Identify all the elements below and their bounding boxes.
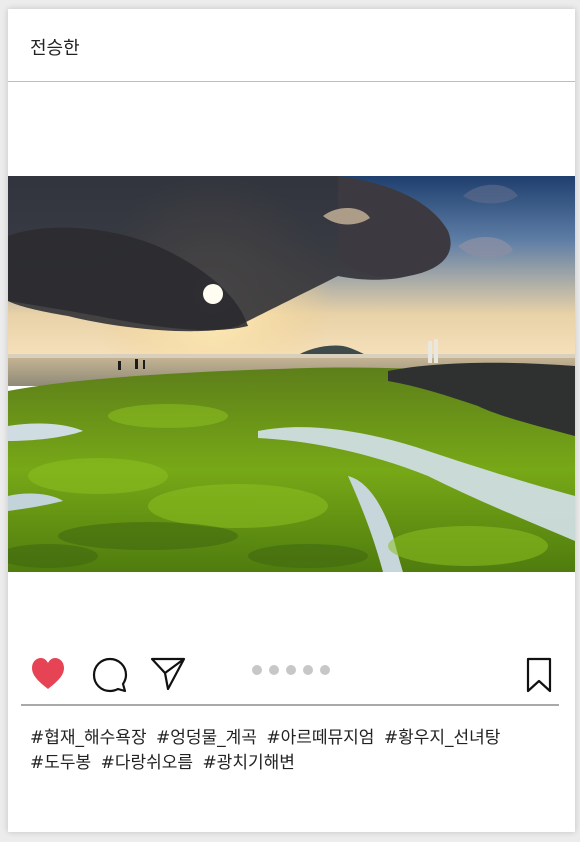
- hashtag[interactable]: #협재_해수욕장: [30, 728, 147, 748]
- hashtag-list: #협재_해수욕장 #엉덩물_계곡 #아르떼뮤지엄 #황우지_선녀탕 #도두봉 #…: [30, 726, 550, 776]
- carousel-dot[interactable]: [269, 665, 279, 675]
- carousel-dot[interactable]: [320, 665, 330, 675]
- post-photo[interactable]: [8, 176, 575, 572]
- paper-plane-icon[interactable]: [150, 655, 186, 691]
- hashtag[interactable]: #황우지_선녀탕: [384, 728, 501, 748]
- post-card: 전승한 #협재_해수욕장 #엉덩물_계곡 #아르떼뮤지엄 #황우지_선녀탕 #도…: [8, 9, 575, 832]
- heart-icon[interactable]: [30, 657, 66, 691]
- divider: [21, 704, 559, 706]
- hashtag[interactable]: #다랑쉬오름: [101, 753, 193, 773]
- carousel-dot[interactable]: [252, 665, 262, 675]
- carousel-dots: [252, 665, 337, 677]
- hashtag[interactable]: #도두봉: [30, 753, 91, 773]
- carousel-dot[interactable]: [303, 665, 313, 675]
- action-bar: [8, 649, 575, 705]
- bookmark-icon[interactable]: [525, 657, 553, 693]
- hashtag[interactable]: #엉덩물_계곡: [156, 728, 257, 748]
- carousel-dot[interactable]: [286, 665, 296, 675]
- post-header: 전승한: [8, 9, 575, 82]
- hashtag[interactable]: #아르떼뮤지엄: [266, 728, 374, 748]
- username[interactable]: 전승한: [30, 34, 80, 60]
- hashtag[interactable]: #광치기해변: [202, 753, 294, 773]
- speech-bubble-icon[interactable]: [92, 657, 128, 693]
